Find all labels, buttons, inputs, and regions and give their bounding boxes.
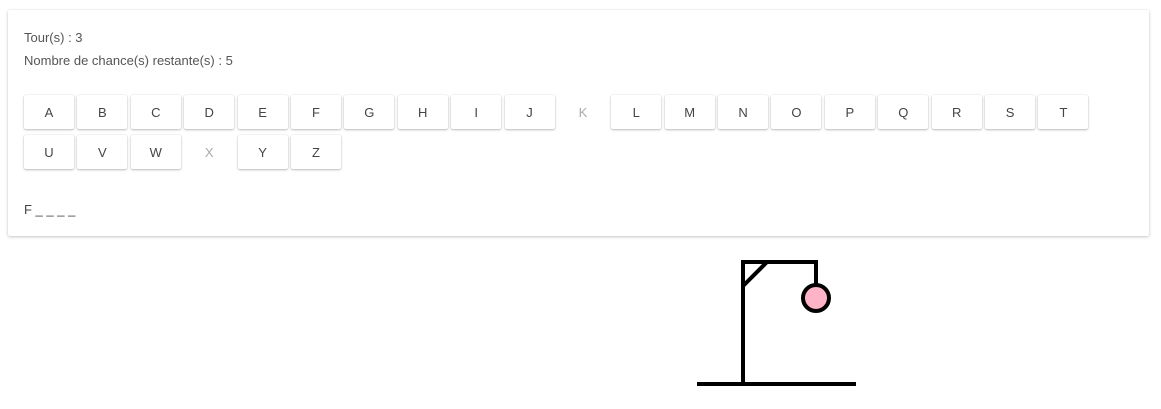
hangman-drawing [697, 260, 856, 386]
hidden-word: F _ _ _ _ [24, 202, 76, 217]
key-o[interactable]: O [771, 95, 822, 129]
key-t[interactable]: T [1038, 95, 1089, 129]
letter-keyboard: ABCDEFGHIJ K LMNOPQRST UVW X YZ [24, 95, 1104, 175]
key-x: X [204, 144, 214, 160]
key-a[interactable]: A [24, 95, 74, 129]
key-b[interactable]: B [77, 95, 128, 129]
hangman-head [801, 283, 831, 313]
chances-label: Nombre de chance(s) restante(s) [24, 53, 215, 68]
key-f[interactable]: F [290, 95, 341, 129]
key-h[interactable]: H [397, 95, 448, 129]
key-g[interactable]: G [344, 95, 395, 129]
key-m[interactable]: M [664, 95, 715, 129]
turns-counter: Tour(s) : 3 [24, 30, 83, 45]
chances-separator: : [214, 53, 226, 68]
chances-value: 5 [225, 53, 233, 68]
key-w[interactable]: W [130, 135, 181, 169]
key-r[interactable]: R [931, 95, 982, 129]
key-j[interactable]: J [504, 95, 555, 129]
key-p[interactable]: P [824, 95, 875, 129]
key-d[interactable]: D [184, 95, 235, 129]
key-k: K [578, 104, 588, 120]
key-l[interactable]: L [611, 95, 662, 129]
key-s[interactable]: S [985, 95, 1036, 129]
key-n[interactable]: N [718, 95, 769, 129]
key-c[interactable]: C [130, 95, 181, 129]
key-y[interactable]: Y [237, 135, 288, 169]
turns-value: 3 [75, 30, 83, 45]
gallows-brace [741, 260, 769, 288]
key-q[interactable]: Q [878, 95, 929, 129]
keyboard-row-2: UVW X YZ [24, 135, 1104, 169]
keyboard-row-1: ABCDEFGHIJ K LMNOPQRST [24, 95, 1104, 129]
key-e[interactable]: E [237, 95, 288, 129]
turns-label: Tour(s) [24, 30, 65, 45]
key-u[interactable]: U [24, 135, 74, 169]
key-z[interactable]: Z [290, 135, 341, 169]
key-i[interactable]: I [451, 95, 502, 129]
remaining-chances: Nombre de chance(s) restante(s) : 5 [24, 53, 233, 68]
key-v[interactable]: V [77, 135, 128, 169]
turns-separator: : [64, 30, 76, 45]
game-card: Tour(s) : 3 Nombre de chance(s) restante… [8, 10, 1149, 236]
